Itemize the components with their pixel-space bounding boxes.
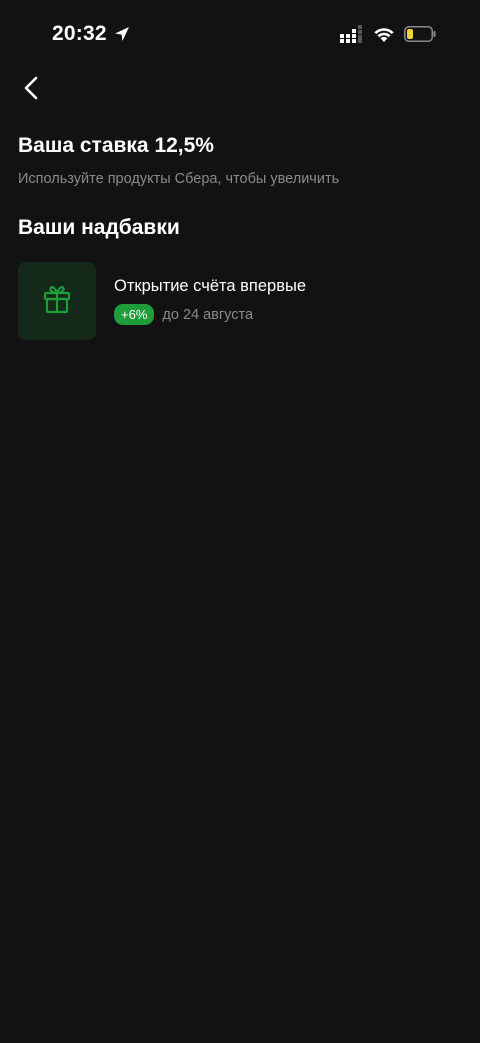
status-indicators bbox=[340, 25, 436, 48]
bonus-meta: +6% до 24 августа bbox=[114, 304, 306, 325]
bonus-item[interactable]: Открытие счёта впервые +6% до 24 августа bbox=[18, 262, 458, 340]
battery-low-icon bbox=[404, 26, 436, 47]
bonus-percent-badge: +6% bbox=[114, 304, 155, 325]
bonus-date: до 24 августа bbox=[162, 306, 254, 323]
bonus-name: Открытие счёта впервые bbox=[114, 277, 307, 295]
rate-subtitle: Используйте продукты Сбера, чтобы увелич… bbox=[18, 171, 340, 187]
bonus-icon-tile bbox=[18, 262, 96, 340]
bonus-text: Открытие счёта впервые +6% до 24 августа bbox=[114, 277, 306, 325]
back-button[interactable] bbox=[14, 72, 50, 108]
location-arrow-icon bbox=[113, 25, 131, 43]
wifi-icon bbox=[373, 26, 395, 48]
status-bar: 20:32 bbox=[0, 0, 480, 72]
cellular-signal-icon bbox=[340, 25, 364, 48]
rate-title: Ваша ставка 12,5% bbox=[18, 134, 214, 157]
chevron-left-icon bbox=[22, 76, 42, 105]
status-time-text: 20:32 bbox=[52, 22, 107, 45]
bonuses-title: Ваши надбавки bbox=[18, 216, 180, 239]
gift-icon bbox=[43, 284, 71, 319]
status-time: 20:32 bbox=[52, 22, 131, 46]
